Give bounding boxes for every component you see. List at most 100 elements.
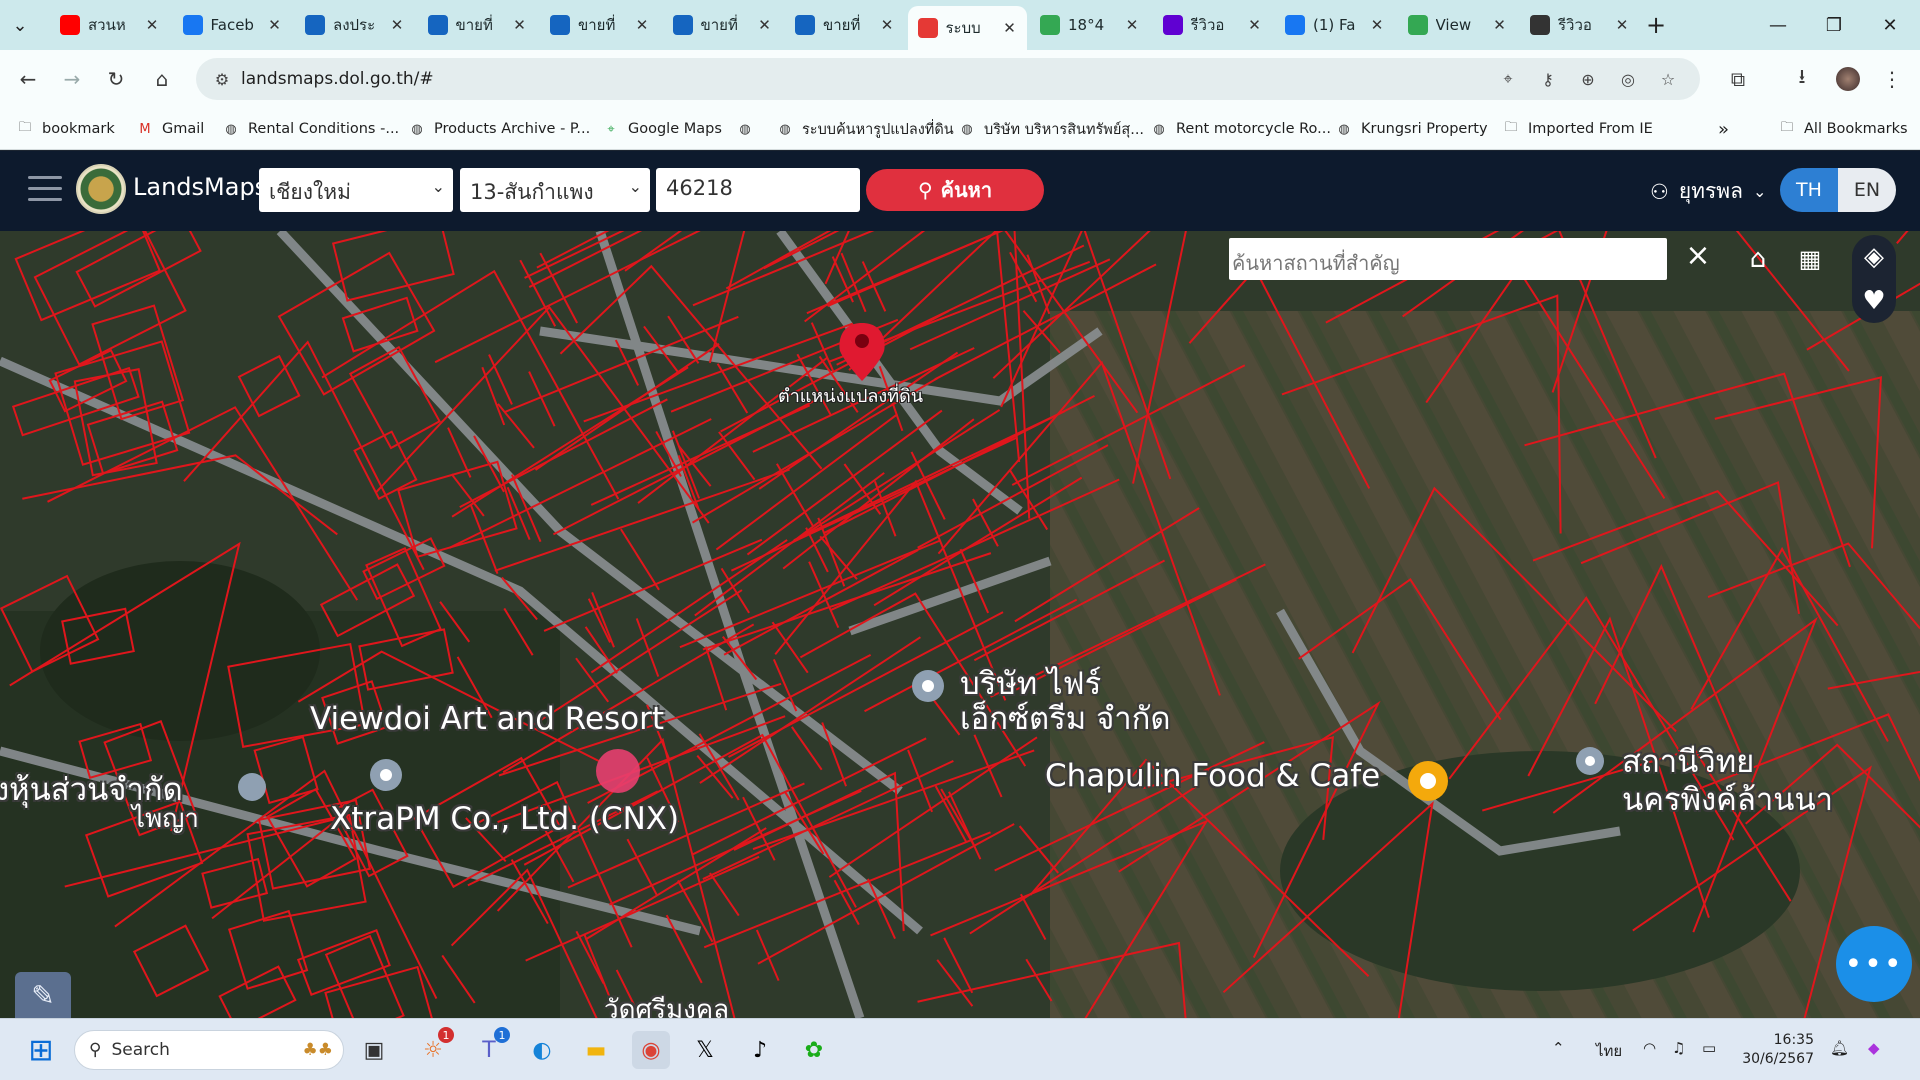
tab-close-icon[interactable]: ✕ <box>876 16 898 34</box>
location-icon[interactable]: ⌖ <box>1496 67 1520 91</box>
home-icon[interactable]: ⌂ <box>1736 237 1780 281</box>
all-bookmarks[interactable]: 🗀 All Bookmarks <box>1778 118 1907 140</box>
teams-icon[interactable]: T1 <box>470 1027 510 1069</box>
tiktok-icon[interactable]: ♪ <box>741 1031 779 1069</box>
bookmark-item[interactable]: ◍ Products Archive - P... <box>408 118 590 140</box>
heart-icon[interactable]: ♥ <box>1852 279 1896 323</box>
file-explorer-icon[interactable]: ▬ <box>577 1031 615 1069</box>
browser-menu-icon[interactable]: ⋮ <box>1876 63 1908 95</box>
poi-pin-icon[interactable] <box>912 670 944 702</box>
close-window-button[interactable]: ✕ <box>1862 0 1918 50</box>
browser-tab[interactable]: ขายที่ ✕ <box>418 8 537 42</box>
bookmark-item[interactable]: ◍ <box>736 118 762 140</box>
windows-start-icon[interactable]: ⊞ <box>22 1031 60 1069</box>
district-select[interactable]: 13-สันกำแพง ⌄ <box>460 168 650 212</box>
browser-tab[interactable]: ขายที่ ✕ <box>785 8 904 42</box>
task-view-icon[interactable]: ▣ <box>355 1031 393 1069</box>
bookmark-item[interactable]: ⌖ Google Maps <box>602 118 722 140</box>
tab-close-icon[interactable]: ✕ <box>1489 16 1511 34</box>
wechat-icon[interactable]: ✿ <box>795 1031 833 1069</box>
layers-icon[interactable]: ◈ <box>1852 235 1896 279</box>
browser-tab[interactable]: View ✕ <box>1398 8 1517 42</box>
extensions-icon[interactable]: ⧉ <box>1722 63 1754 95</box>
bookmark-item[interactable]: ◍ ระบบค้นหารูปแปลงที่ดิน <box>776 118 953 140</box>
bookmark-item[interactable]: ◍ บริษัท บริหารสินทรัพย์สุ... <box>958 118 1144 140</box>
hamburger-menu-icon[interactable] <box>28 176 62 202</box>
url-text[interactable]: landsmaps.dol.go.th/# <box>241 69 434 89</box>
poi-pin-icon[interactable] <box>370 759 402 791</box>
search-button[interactable]: ⚲ ค้นหา <box>866 169 1044 211</box>
place-search-input[interactable]: ค้นหาสถานที่สำคัญ <box>1229 238 1667 280</box>
eye-off-icon[interactable]: ◎ <box>1616 67 1640 91</box>
chat-button[interactable]: ••• <box>1836 926 1912 1002</box>
weather-app-icon[interactable]: ☼ 1 <box>414 1027 454 1069</box>
resort-pin-icon[interactable] <box>596 749 640 793</box>
taskbar-search[interactable]: ⚲ Search ♣♣ <box>74 1030 344 1070</box>
lang-en-button[interactable]: EN <box>1838 168 1896 212</box>
user-menu[interactable]: ⚇ ยุทรพล ⌄ <box>1650 175 1766 208</box>
volume-icon[interactable]: ♫ <box>1672 1039 1685 1057</box>
bookmark-item[interactable]: ◍ Krungsri Property <box>1335 118 1487 140</box>
zoom-icon[interactable]: ⊕ <box>1576 67 1600 91</box>
grid-icon[interactable]: ▦ <box>1788 237 1832 281</box>
tab-close-icon[interactable]: ✕ <box>509 16 531 34</box>
tab-close-icon[interactable]: ✕ <box>754 16 776 34</box>
back-arrow-icon[interactable]: ← <box>12 63 44 95</box>
browser-tab[interactable]: ลงประ ✕ <box>295 8 414 42</box>
wifi-icon[interactable]: ◠ <box>1643 1039 1656 1057</box>
chrome-icon[interactable]: ◉ <box>632 1031 670 1069</box>
parcel-number-input[interactable]: 46218 <box>656 168 860 212</box>
copilot-icon[interactable]: ◆ <box>1868 1039 1880 1057</box>
password-key-icon[interactable]: ⚷ <box>1536 67 1560 91</box>
bookmark-item[interactable]: M Gmail <box>136 118 204 140</box>
bookmark-item[interactable]: 🗀 Imported From IE <box>1502 118 1652 140</box>
bookmark-item[interactable]: 🗀 bookmark <box>16 118 114 140</box>
draw-tool-icon[interactable]: ✎ <box>15 972 71 1018</box>
lang-th-button[interactable]: TH <box>1780 168 1838 212</box>
more-bookmarks-chevron-icon[interactable]: » <box>1718 118 1729 140</box>
tab-close-icon[interactable]: ✕ <box>386 16 408 34</box>
poi-pin-icon[interactable] <box>1576 747 1604 775</box>
bookmark-star-icon[interactable]: ☆ <box>1656 67 1680 91</box>
tab-close-icon[interactable]: ✕ <box>1121 16 1143 34</box>
tab-close-icon[interactable]: ✕ <box>1366 16 1388 34</box>
new-tab-plus-icon[interactable]: + <box>1636 0 1676 50</box>
profile-avatar[interactable] <box>1832 63 1864 95</box>
battery-icon[interactable]: ▭ <box>1702 1039 1716 1057</box>
restore-button[interactable]: ❐ <box>1806 0 1862 50</box>
tray-chevron-icon[interactable]: ⌃ <box>1552 1039 1565 1057</box>
reload-icon[interactable]: ↻ <box>100 63 132 95</box>
home-icon[interactable]: ⌂ <box>146 63 178 95</box>
notification-bell-icon[interactable]: 🔔︎ <box>1830 1039 1849 1057</box>
download-icon[interactable]: ⭳ <box>1786 63 1818 95</box>
bookmark-item[interactable]: ◍ Rental Conditions -... <box>222 118 399 140</box>
tab-search-chevron-icon[interactable]: ⌄ <box>0 0 40 50</box>
x-app-icon[interactable]: 𝕏 <box>686 1031 724 1069</box>
input-language[interactable]: ไทย <box>1596 1039 1622 1063</box>
browser-tab[interactable]: Faceb ✕ <box>173 8 292 42</box>
browser-tab[interactable]: (1) Fa ✕ <box>1275 8 1394 42</box>
poi-pin-icon[interactable] <box>238 773 266 801</box>
tab-close-icon[interactable]: ✕ <box>1611 16 1633 34</box>
minimize-button[interactable]: — <box>1750 0 1806 50</box>
tab-close-icon[interactable]: ✕ <box>1244 16 1266 34</box>
browser-tab[interactable]: รีวิวอ ✕ <box>1520 8 1639 42</box>
tab-close-icon[interactable]: ✕ <box>631 16 653 34</box>
browser-tab[interactable]: ระบบ ✕ <box>907 6 1027 50</box>
browser-tab[interactable]: ขายที่ ✕ <box>540 8 659 42</box>
browser-tab[interactable]: สวนห ✕ <box>50 8 169 42</box>
address-bar[interactable]: ⚙ landsmaps.dol.go.th/# ⌖ ⚷ ⊕ ◎ ☆ <box>196 58 1700 100</box>
browser-tab[interactable]: รีวิวอ ✕ <box>1153 8 1272 42</box>
browser-tab[interactable]: ขายที่ ✕ <box>663 8 782 42</box>
system-clock[interactable]: 16:35 30/6/2567 <box>1718 1031 1814 1069</box>
tab-close-icon[interactable]: ✕ <box>264 16 286 34</box>
browser-tab[interactable]: 18°4 ✕ <box>1030 8 1149 42</box>
edge-browser-icon[interactable]: ◐ <box>523 1031 561 1069</box>
cafe-pin-icon[interactable] <box>1408 761 1448 801</box>
tab-close-icon[interactable]: ✕ <box>999 19 1021 37</box>
province-select[interactable]: เชียงใหม่ ⌄ <box>259 168 453 212</box>
site-info-icon[interactable]: ⚙ <box>210 67 234 91</box>
bookmark-item[interactable]: ◍ Rent motorcycle Ro... <box>1150 118 1331 140</box>
forward-arrow-icon[interactable]: → <box>56 63 88 95</box>
tab-close-icon[interactable]: ✕ <box>141 16 163 34</box>
